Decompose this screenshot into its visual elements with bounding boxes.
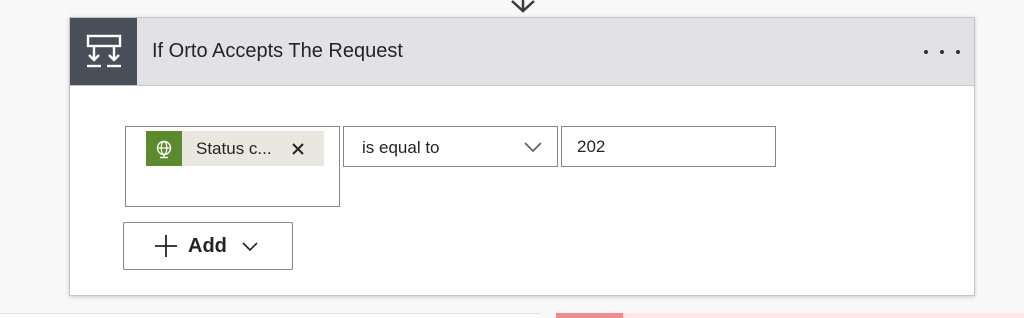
step-title: If Orto Accepts The Request [152,40,403,62]
globe-icon [146,131,182,166]
operator-selected-value: is equal to [362,138,440,157]
condition-card: If Orto Accepts The Request Status c... [69,17,975,296]
card-header[interactable]: If Orto Accepts The Request [70,18,974,86]
token-label: Status c... [196,138,272,158]
ellipsis-icon[interactable] [924,40,960,64]
next-step-card-right [556,313,1024,318]
add-button[interactable]: Add [123,222,293,270]
next-step-card-accent [556,313,623,318]
chevron-down-icon [242,242,258,252]
condition-left-operand[interactable]: Status c... [125,126,340,207]
plus-icon [155,235,177,257]
flow-arrow-icon [511,0,535,13]
chevron-down-icon [524,142,542,153]
condition-value-input[interactable] [561,126,776,167]
close-icon[interactable] [290,141,306,157]
operator-dropdown[interactable]: is equal to [343,126,558,167]
add-button-label: Add [188,234,227,257]
next-step-card-left [0,313,540,318]
condition-icon [70,18,137,85]
dynamic-content-token[interactable]: Status c... [146,131,324,166]
